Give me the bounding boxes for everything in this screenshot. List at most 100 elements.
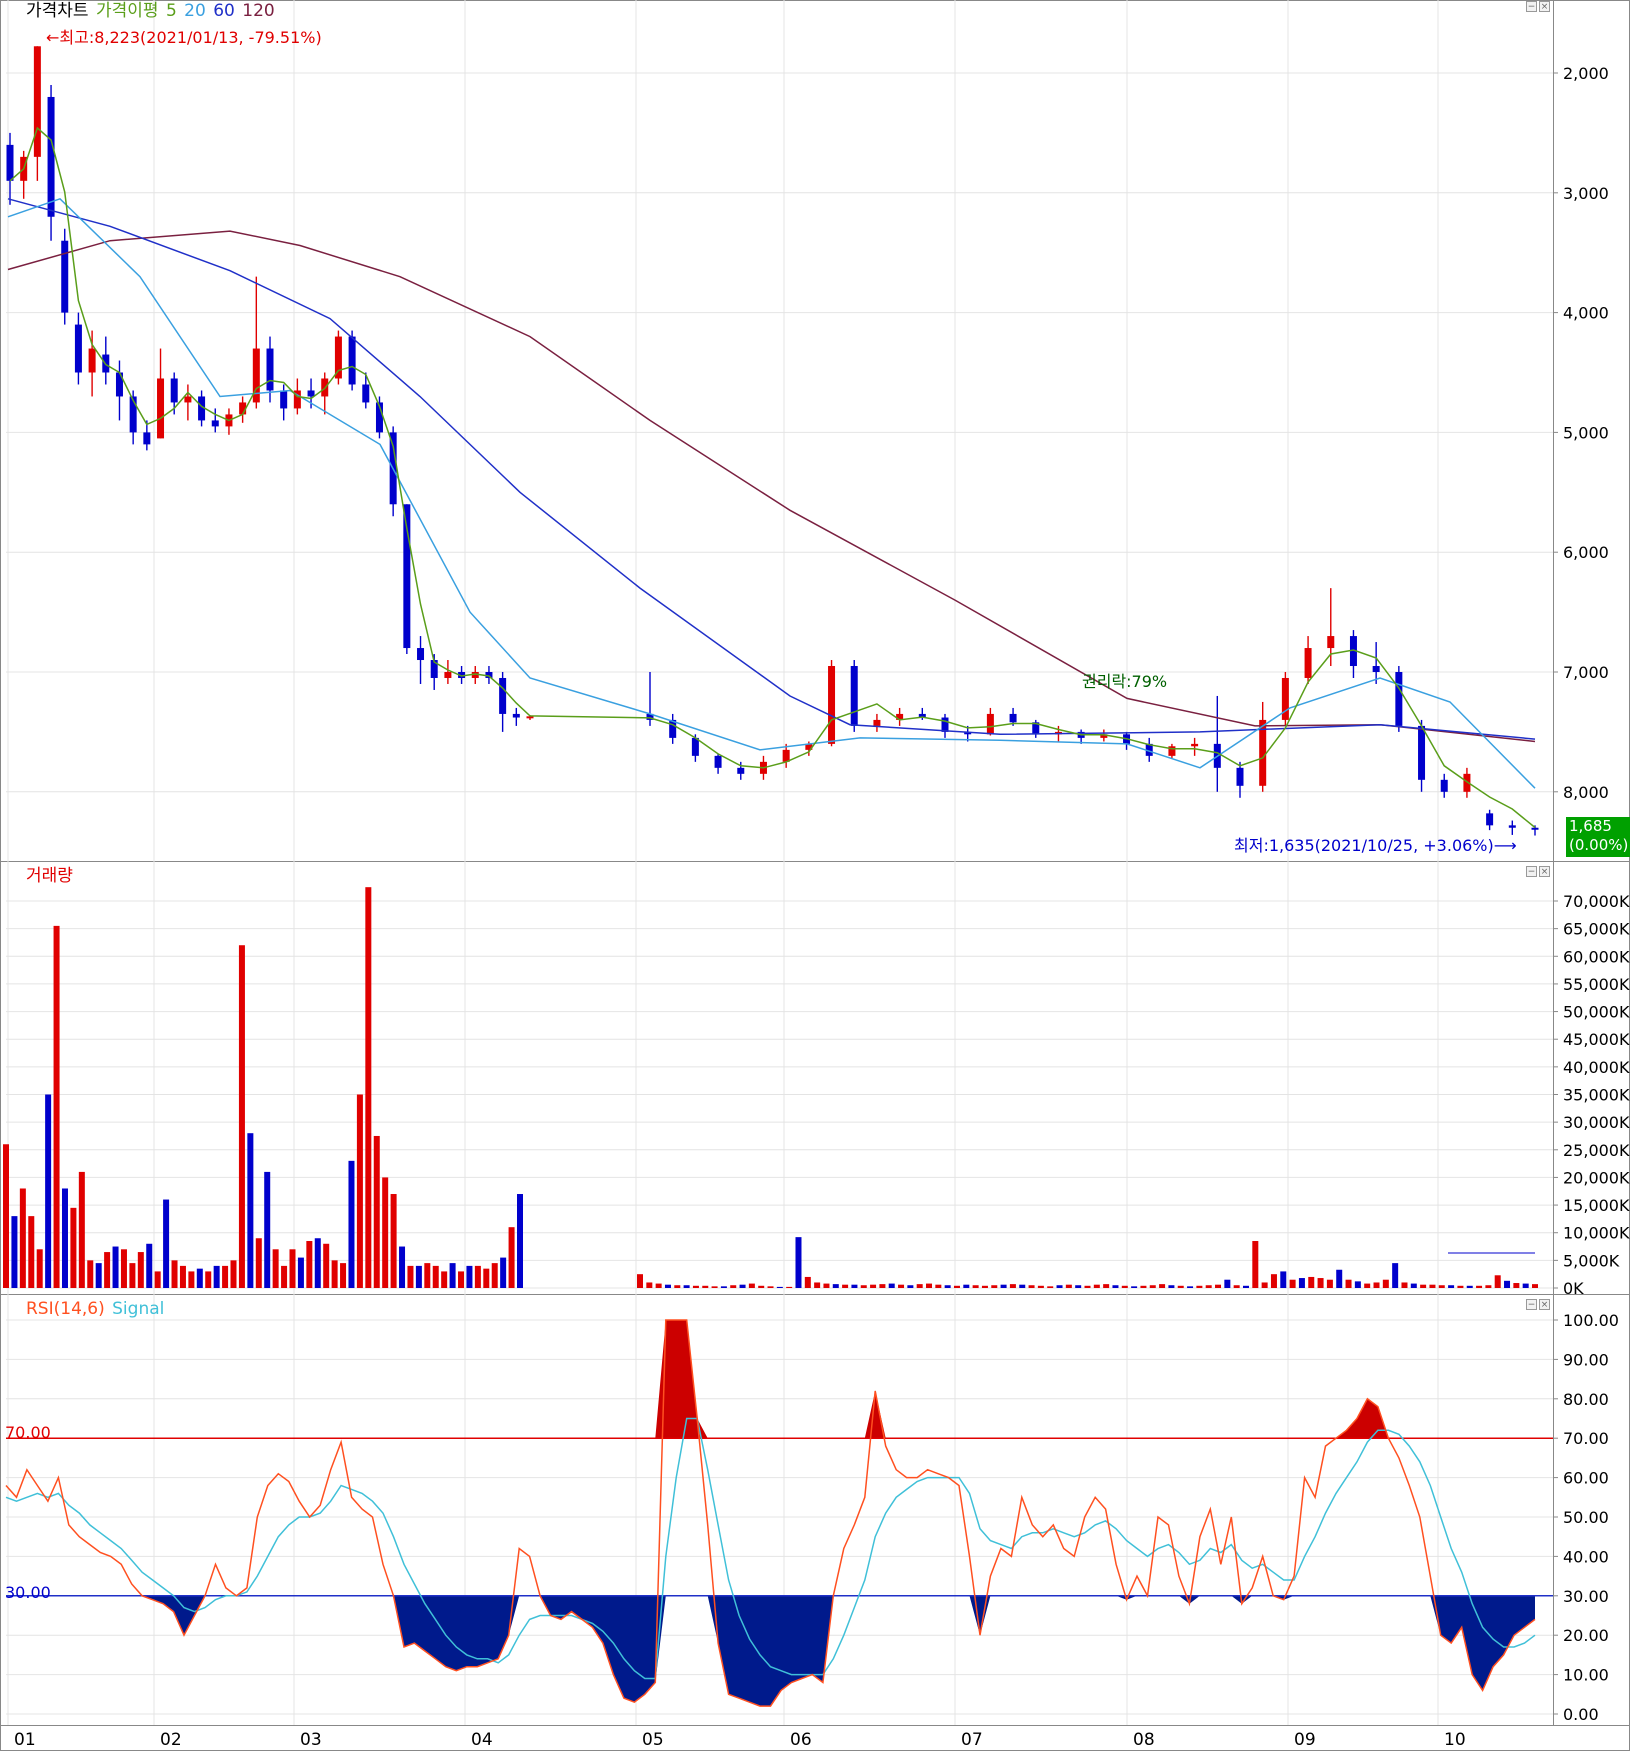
volume-bar: [748, 1283, 755, 1288]
signal-label[interactable]: Signal: [112, 1299, 164, 1319]
volume-bar: [1112, 1285, 1119, 1288]
candle-body: [61, 240, 69, 313]
price-tick-label: 4,000: [1563, 304, 1609, 323]
candle-body: [1486, 813, 1494, 826]
candle-body: [850, 666, 858, 726]
volume-bar: [1532, 1284, 1538, 1288]
volume-bar: [61, 1188, 68, 1288]
candle-body: [941, 717, 949, 732]
high-price-note: ←최고:8,223(2021/01/13, -79.51%): [46, 28, 322, 47]
volume-bar: [306, 1241, 313, 1288]
candle-body: [74, 324, 82, 373]
volume-bar: [432, 1265, 439, 1288]
volume-tick-label: 15,000K: [1563, 1196, 1630, 1215]
volume-bar: [767, 1286, 774, 1288]
rsi-tick-label: 0.00: [1563, 1705, 1599, 1724]
rsi-tick-label: 40.00: [1563, 1547, 1609, 1566]
volume-bar: [1420, 1284, 1427, 1288]
volume-panel-minimize-icon[interactable]: −: [1526, 866, 1537, 877]
volume-bar: [1373, 1282, 1380, 1288]
volume-bar: [842, 1284, 849, 1288]
rsi-overbought-fill: [6, 1320, 1535, 1439]
x-tick-label: 01: [14, 1730, 36, 1750]
ma120-label[interactable]: 120: [242, 1, 274, 21]
candle-body: [307, 390, 315, 397]
rsi-tick-label: 10.00: [1563, 1666, 1609, 1685]
rsi-label[interactable]: RSI(14,6): [26, 1299, 105, 1319]
volume-bar: [1121, 1285, 1128, 1288]
candle-body: [88, 348, 96, 373]
volume-bar: [1298, 1278, 1305, 1288]
volume-bar: [45, 1094, 52, 1288]
candle-body: [417, 648, 425, 661]
volume-bar: [205, 1271, 212, 1288]
x-tick-label: 08: [1133, 1730, 1155, 1750]
price-panel-close-icon[interactable]: ×: [1539, 1, 1550, 12]
ma5-label[interactable]: 5: [166, 1, 177, 21]
volume-bar: [1196, 1285, 1203, 1288]
volume-bar: [120, 1249, 127, 1288]
volume-bar: [87, 1260, 94, 1288]
x-tick-label: 06: [790, 1730, 812, 1750]
volume-bar: [711, 1286, 718, 1288]
price-chart-label[interactable]: 가격차트: [26, 1, 89, 21]
ma20-label[interactable]: 20: [184, 1, 206, 21]
volume-bar: [795, 1237, 802, 1288]
volume-tick-label: 60,000K: [1563, 947, 1630, 966]
price-panel-minimize-icon[interactable]: −: [1526, 1, 1537, 12]
current-price: 1,685: [1569, 817, 1612, 835]
current-price-tag: 1,685 (0.00%): [1566, 817, 1630, 857]
volume-bar: [163, 1199, 170, 1288]
volume-bar: [1037, 1285, 1044, 1288]
volume-bar: [213, 1265, 220, 1288]
ma60-label[interactable]: 60: [213, 1, 235, 21]
volume-bar: [1149, 1285, 1156, 1288]
volume-bar: [1215, 1284, 1222, 1288]
volume-bar: [424, 1263, 431, 1288]
volume-label[interactable]: 거래량: [26, 866, 73, 886]
volume-bar: [674, 1285, 681, 1288]
volume-bar: [95, 1263, 102, 1288]
volume-bar: [11, 1216, 18, 1288]
price-tick-label: 2,000: [1563, 64, 1609, 83]
candle-body: [1418, 725, 1426, 780]
x-tick-label: 02: [160, 1730, 182, 1750]
volume-bar: [137, 1252, 144, 1288]
volume-bar: [474, 1265, 481, 1288]
candle-body: [157, 378, 165, 439]
rsi-panel-minimize-icon[interactable]: −: [1526, 1299, 1537, 1310]
candle-body: [143, 432, 151, 445]
rsi-panel-close-icon[interactable]: ×: [1539, 1299, 1550, 1310]
volume-bar: [1261, 1282, 1268, 1288]
candle-body: [1009, 713, 1017, 723]
ma-label[interactable]: 가격이평: [96, 1, 159, 21]
x-tick-label: 09: [1294, 1730, 1316, 1750]
rsi-tick-label: 70.00: [1563, 1429, 1609, 1448]
volume-bar: [314, 1238, 321, 1288]
rsi-tick-label: 30.00: [1563, 1587, 1609, 1606]
volume-bar: [1429, 1284, 1436, 1288]
volume-bar: [898, 1284, 905, 1288]
volume-bar: [36, 1249, 43, 1288]
volume-panel-close-icon[interactable]: ×: [1539, 866, 1550, 877]
volume-bar: [1047, 1286, 1054, 1288]
volume-bar: [926, 1283, 933, 1288]
volume-bar: [1345, 1279, 1352, 1288]
outer-frame: [0, 0, 1630, 1751]
volume-bar: [112, 1246, 119, 1288]
volume-bar: [823, 1283, 830, 1288]
volume-bar: [879, 1284, 886, 1288]
current-change: (0.00%): [1569, 836, 1629, 854]
volume-bar: [683, 1285, 690, 1288]
volume-bar: [907, 1285, 914, 1288]
rsi-tick-label: 100.00: [1563, 1311, 1619, 1330]
volume-bar: [916, 1284, 923, 1288]
volume-bar: [491, 1263, 498, 1288]
volume-bar: [1000, 1284, 1007, 1288]
candle-body: [714, 755, 722, 768]
volume-bar: [1187, 1286, 1194, 1288]
candle-body: [184, 396, 192, 403]
candle-body: [873, 719, 881, 726]
volume-bar: [1177, 1285, 1184, 1288]
volume-bar: [1522, 1283, 1529, 1288]
